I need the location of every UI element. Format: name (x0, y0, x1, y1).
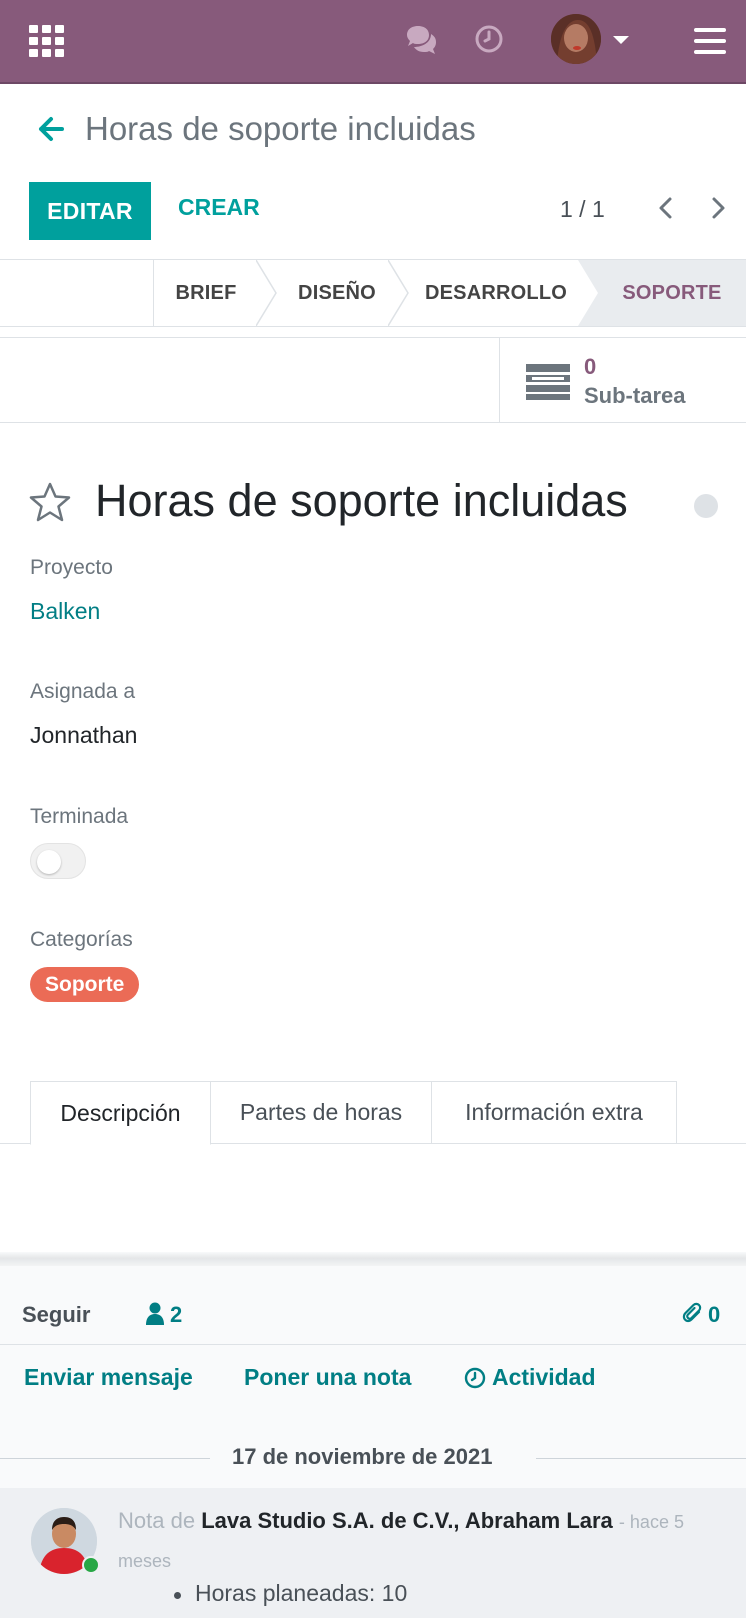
stage-soporte[interactable]: SOPORTE (598, 260, 746, 326)
log-note-button[interactable]: Poner una nota (244, 1364, 411, 1391)
chatter-divider (0, 1344, 746, 1345)
chevron-right-icon[interactable] (708, 196, 728, 220)
subtask-count: 0 (584, 354, 597, 379)
hamburger-menu-icon[interactable] (694, 28, 726, 54)
tasks-icon (526, 364, 570, 400)
follow-button[interactable]: Seguir (22, 1302, 90, 1328)
date-separator-line (536, 1458, 746, 1459)
tab-informacion-extra[interactable]: Información extra (431, 1081, 677, 1144)
stage-diseno[interactable]: DISEÑO (278, 260, 396, 326)
categories-label: Categorías (30, 928, 133, 951)
stage-statusbar: BRIEF DISEÑO DESARROLLO SOPORTE (0, 259, 746, 327)
done-label: Terminada (30, 805, 129, 828)
message-prefix: Nota de (118, 1508, 196, 1533)
done-toggle[interactable] (30, 843, 86, 879)
clock-icon[interactable] (464, 1367, 486, 1389)
breadcrumb-title: Horas de soporte incluidas (85, 110, 476, 147)
list-bullet (174, 1592, 181, 1599)
user-icon[interactable] (145, 1302, 165, 1326)
subtask-label: Sub-tarea (584, 383, 686, 408)
apps-grid-icon[interactable] (29, 25, 65, 57)
chat-icon[interactable] (404, 24, 438, 56)
toggle-knob (37, 850, 61, 874)
chevron-left-icon[interactable] (656, 196, 676, 220)
button-box: 0 Sub-tarea (0, 337, 746, 423)
category-tag: Soporte (30, 967, 140, 1002)
task-name: Horas de soporte incluidas (95, 475, 628, 526)
edit-button[interactable]: EDITAR (29, 182, 151, 240)
activity-button[interactable]: Actividad (492, 1364, 596, 1391)
message-header: Nota de Lava Studio S.A. de C.V., Abraha… (118, 1502, 718, 1580)
project-link[interactable]: Balken (30, 598, 100, 625)
clock-icon[interactable] (474, 24, 504, 54)
paperclip-icon[interactable] (682, 1301, 704, 1325)
tab-descripcion[interactable]: Descripción (30, 1081, 211, 1145)
project-label: Proyecto (30, 556, 113, 579)
date-separator: 17 de noviembre de 2021 (232, 1444, 493, 1469)
top-navbar (0, 0, 746, 84)
tab-partes-de-horas[interactable]: Partes de horas (210, 1081, 432, 1144)
star-icon[interactable] (29, 481, 71, 523)
stage-separator (388, 260, 409, 326)
back-arrow-icon[interactable] (38, 116, 64, 142)
subtask-smart-button[interactable]: 0 Sub-tarea (499, 338, 746, 422)
stage-desarrollo[interactable]: DESARROLLO (410, 260, 582, 326)
send-message-button[interactable]: Enviar mensaje (24, 1364, 193, 1391)
pager-value: 1 / 1 (560, 196, 605, 222)
assigned-label: Asignada a (30, 680, 136, 703)
message-author[interactable]: Lava Studio S.A. de C.V., Abraham Lara (201, 1508, 613, 1533)
attachments-count[interactable]: 0 (708, 1302, 720, 1328)
online-status-indicator (82, 1556, 100, 1574)
caret-down-icon[interactable] (613, 36, 629, 44)
date-separator-line (0, 1458, 210, 1459)
assigned-value: Jonnathan (30, 722, 138, 748)
stage-separator (256, 260, 277, 326)
message-body: Horas planeadas: 10 (195, 1580, 408, 1606)
stage-brief[interactable]: BRIEF (154, 260, 258, 326)
kanban-state-indicator[interactable] (694, 494, 718, 518)
followers-count[interactable]: 2 (170, 1302, 182, 1328)
form-chatter-separator (0, 1252, 746, 1266)
user-avatar[interactable] (551, 14, 601, 64)
create-button[interactable]: CREAR (178, 194, 260, 221)
